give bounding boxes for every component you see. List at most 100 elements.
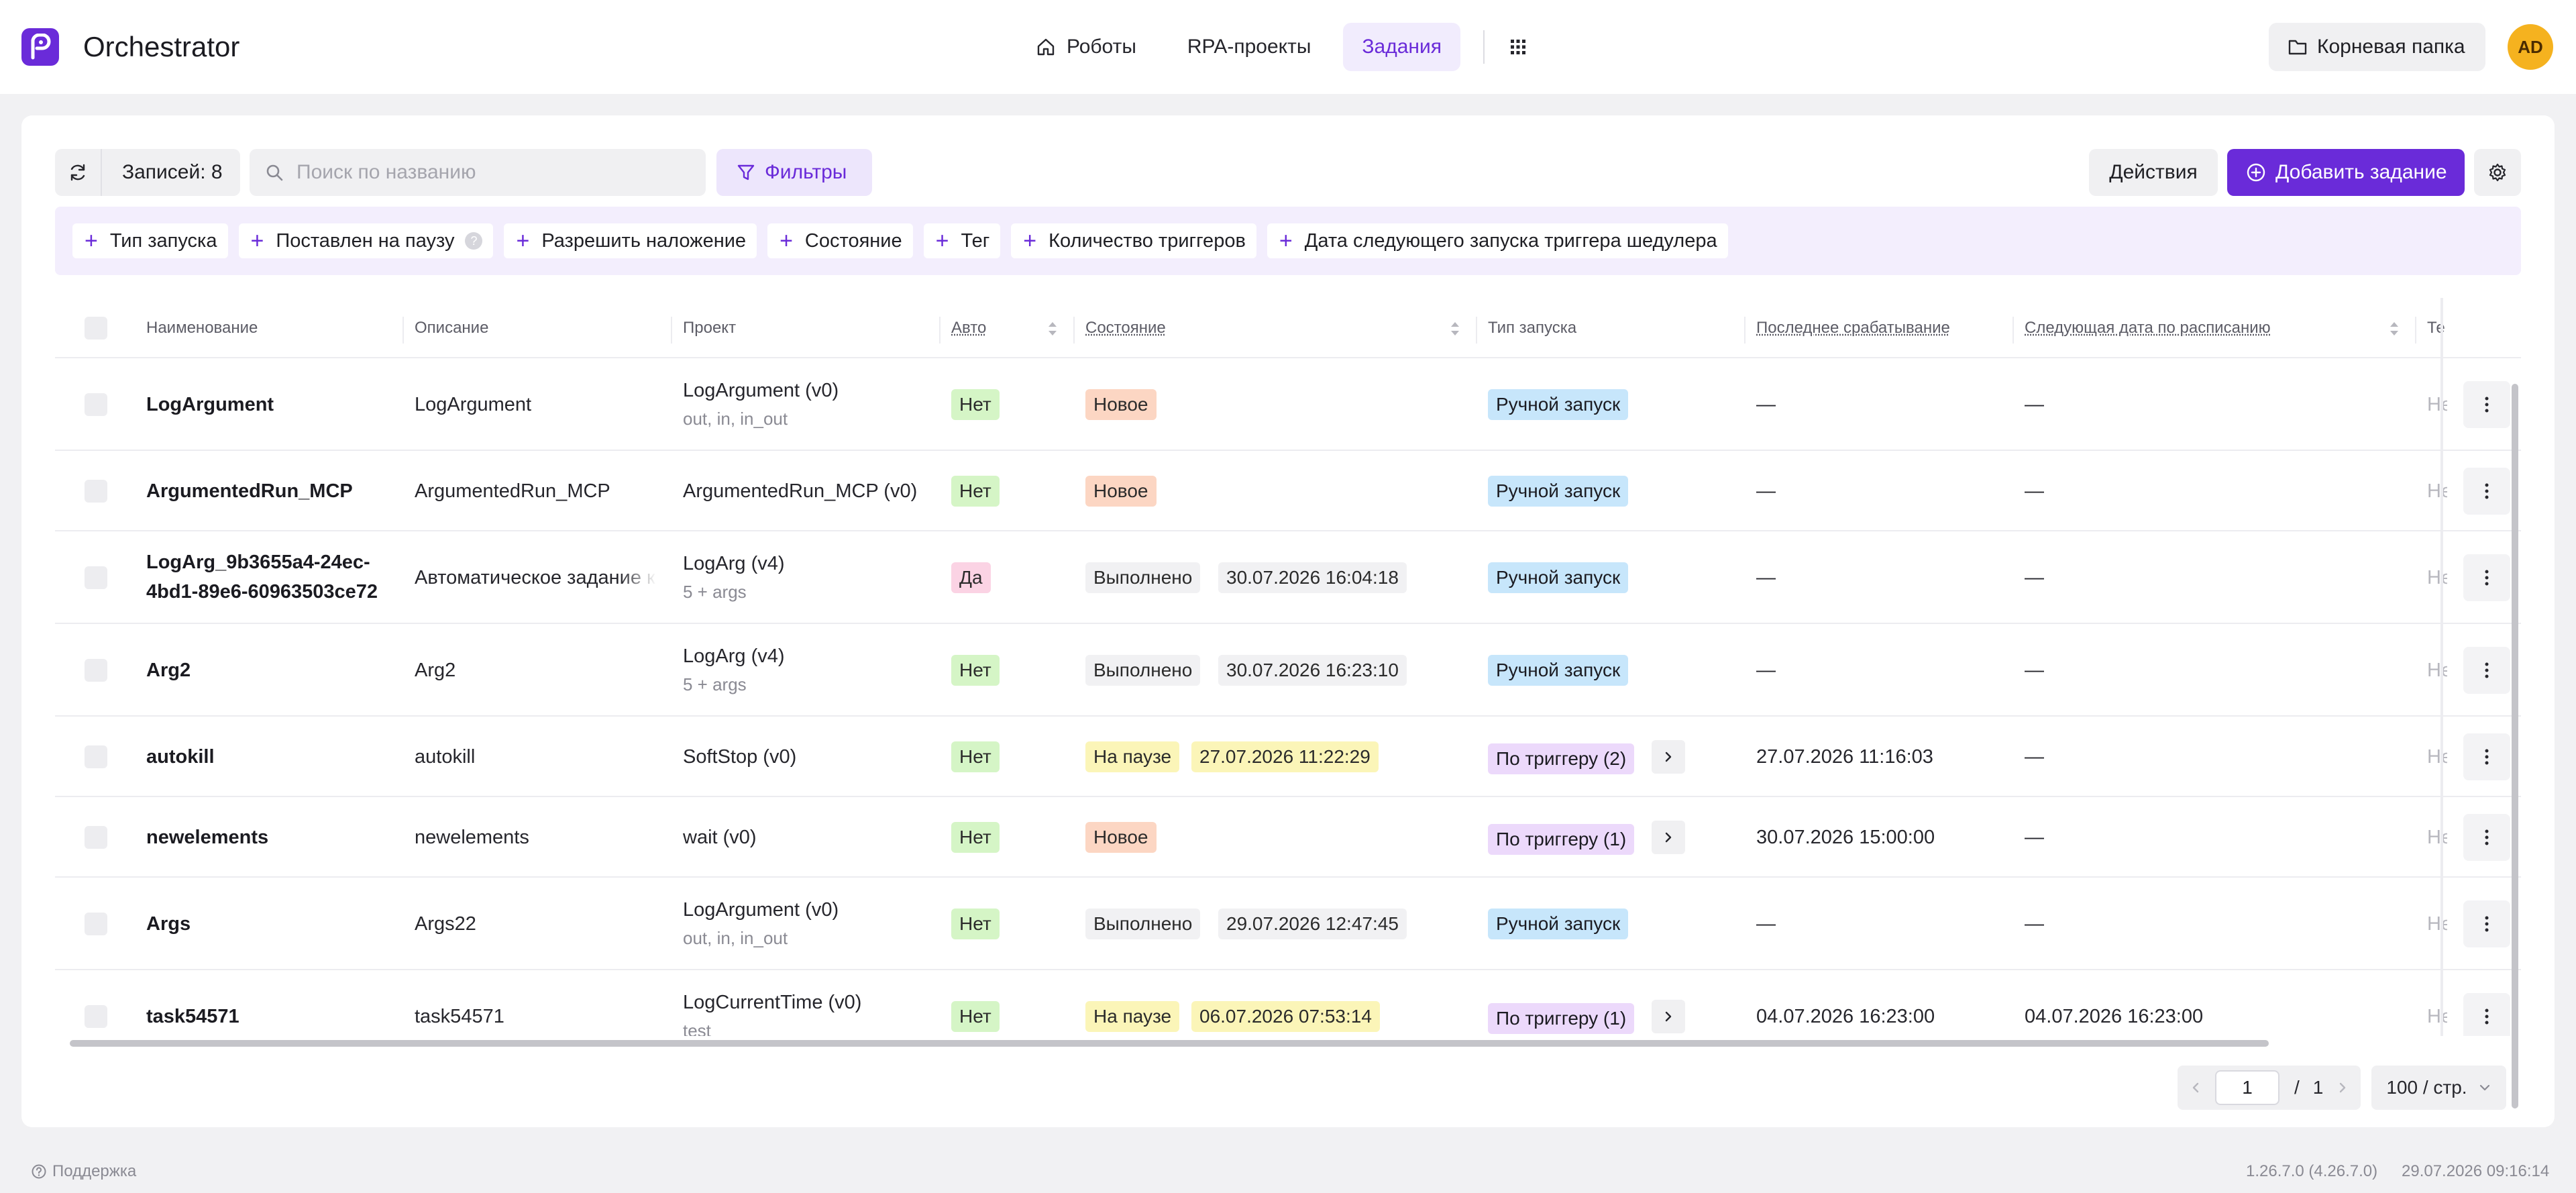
task-name[interactable]: ArgumentedRun_MCP [146, 476, 353, 506]
col-divider[interactable] [1073, 317, 1075, 344]
table-row[interactable]: ArgumentedRun_MCP ArgumentedRun_MCP Argu… [55, 451, 2521, 531]
actions-button[interactable]: Действия [2089, 149, 2218, 196]
task-name[interactable]: Args [146, 909, 191, 939]
nav-tasks[interactable]: Задания [1343, 23, 1460, 71]
task-name[interactable]: Arg2 [146, 656, 191, 685]
filters-button[interactable]: Фильтры [716, 149, 872, 196]
page-separator: / [2294, 1077, 2300, 1098]
table-settings-button[interactable] [2474, 149, 2521, 196]
plus-icon: + [780, 228, 793, 254]
chip-launch-type[interactable]: + Тип запуска [72, 223, 228, 258]
task-name[interactable]: LogArgument [146, 390, 274, 419]
table-row[interactable]: autokill autokill SoftStop (v0) Нет На п… [55, 717, 2521, 797]
table-row[interactable]: Args Args22 LogArgument (v0) out, in, in… [55, 878, 2521, 970]
row-menu-button[interactable] [2463, 733, 2510, 780]
sort-icon[interactable] [1046, 319, 1059, 338]
row-checkbox[interactable] [85, 826, 107, 849]
chevron-right-icon[interactable] [2338, 1081, 2347, 1094]
col-divider[interactable] [2012, 317, 2014, 344]
more-vertical-icon [2485, 749, 2489, 765]
table-row[interactable]: LogArg_9b3655a4-24ec- 4bd1-89e6-60963503… [55, 531, 2521, 624]
sort-icon[interactable] [2388, 319, 2400, 338]
row-menu-button[interactable] [2463, 554, 2510, 601]
row-menu-button[interactable] [2463, 814, 2510, 861]
task-name[interactable]: autokill [146, 742, 215, 772]
chip-state[interactable]: + Состояние [767, 223, 913, 258]
horizontal-scrollbar[interactable] [70, 1040, 2269, 1047]
folder-icon [2288, 40, 2307, 55]
user-avatar[interactable]: AD [2508, 24, 2553, 70]
row-menu-button[interactable] [2463, 900, 2510, 947]
task-project-args: out, in, in_out [683, 409, 788, 429]
nav-robots[interactable]: Роботы [1017, 23, 1155, 71]
col-last-run[interactable]: Последнее срабатывание [1756, 298, 1950, 358]
state-badge: Новое [1085, 476, 1157, 507]
row-menu-button[interactable] [2463, 381, 2510, 428]
task-description: LogArgument [415, 394, 532, 415]
more-vertical-icon [2485, 1008, 2489, 1025]
root-folder-button[interactable]: Корневая папка [2269, 23, 2485, 71]
row-checkbox[interactable] [85, 659, 107, 682]
col-auto[interactable]: Авто [951, 298, 986, 358]
more-vertical-icon [2485, 397, 2489, 413]
row-checkbox[interactable] [85, 393, 107, 416]
task-name[interactable]: task54571 [146, 1002, 239, 1031]
chip-trigger-count[interactable]: + Количество триггеров [1011, 223, 1256, 258]
page-size-select[interactable]: 100 / стр. [2371, 1066, 2506, 1110]
help-icon[interactable]: ? [465, 232, 483, 250]
row-menu-button[interactable] [2463, 647, 2510, 694]
chevron-left-icon[interactable] [2191, 1081, 2200, 1094]
auto-badge: Нет [951, 741, 1000, 772]
col-divider[interactable] [939, 317, 941, 344]
col-divider[interactable] [2415, 317, 2416, 344]
task-name[interactable]: newelements [146, 823, 268, 852]
nav-rpa-projects[interactable]: RPA-проекты [1169, 23, 1330, 71]
task-name-continued[interactable]: 4bd1-89e6-60963503ce72 [146, 577, 378, 607]
page-size-label: 100 / стр. [2386, 1077, 2467, 1098]
chip-next-scheduler-date[interactable]: + Дата следующего запуска триггера шедуле… [1267, 223, 1728, 258]
chip-paused[interactable]: + Поставлен на паузу? [238, 223, 494, 258]
app-logo[interactable] [21, 28, 59, 66]
row-checkbox[interactable] [85, 480, 107, 503]
col-divider[interactable] [1476, 317, 1477, 344]
row-menu-button[interactable] [2463, 993, 2510, 1036]
col-state[interactable]: Состояние [1085, 298, 1166, 358]
row-checkbox[interactable] [85, 566, 107, 589]
select-all-checkbox[interactable] [85, 317, 107, 340]
vertical-scrollbar[interactable] [2512, 384, 2518, 1108]
sort-icon[interactable] [1449, 319, 1461, 338]
col-divider[interactable] [402, 317, 404, 344]
table-row[interactable]: LogArgument LogArgument LogArgument (v0)… [55, 358, 2521, 451]
col-divider[interactable] [1744, 317, 1746, 344]
task-description: task54571 [415, 1006, 504, 1027]
search-input[interactable] [297, 161, 699, 184]
footer: Поддержка 1.26.7.0 (4.26.7.0) 29.07.2026… [0, 1147, 2576, 1193]
table-row[interactable]: task54571 task54571 LogCurrentTime (v0) … [55, 970, 2521, 1036]
nav-divider [1483, 30, 1485, 64]
page-input[interactable]: 1 [2215, 1070, 2279, 1105]
table-header: Наименование Описание Проект Авто Состоя… [55, 298, 2521, 358]
apps-grid-button[interactable] [1494, 23, 1542, 71]
row-checkbox[interactable] [85, 913, 107, 935]
table-row[interactable]: Arg2 Arg2 LogArg (v4) 5 + args Нет Выпол… [55, 624, 2521, 717]
task-name[interactable]: LogArg_9b3655a4-24ec- [146, 548, 370, 577]
col-next-schedule[interactable]: Следующая дата по расписанию [2025, 298, 2271, 358]
col-divider[interactable] [671, 317, 672, 344]
expand-triggers-button[interactable] [1652, 1000, 1685, 1033]
launch-type-badge: Ручной запуск [1488, 562, 1629, 593]
state-date: 27.07.2026 11:22:29 [1191, 741, 1379, 772]
row-checkbox[interactable] [85, 745, 107, 768]
search-box[interactable] [250, 149, 706, 196]
refresh-button[interactable] [55, 149, 102, 196]
row-checkbox[interactable] [85, 1005, 107, 1028]
table-row[interactable]: newelements newelements wait (v0) Нет Но… [55, 797, 2521, 878]
expand-triggers-button[interactable] [1652, 740, 1685, 774]
expand-triggers-button[interactable] [1652, 821, 1685, 854]
last-run: — [1756, 660, 1776, 681]
chip-tag[interactable]: + Тег [923, 223, 1001, 258]
more-vertical-icon [2485, 829, 2489, 845]
chip-allow-overlap[interactable]: + Разрешить наложение [504, 223, 757, 258]
row-menu-button[interactable] [2463, 468, 2510, 515]
add-task-button[interactable]: Добавить задание [2227, 149, 2465, 196]
support-link[interactable]: Поддержка [31, 1162, 136, 1181]
